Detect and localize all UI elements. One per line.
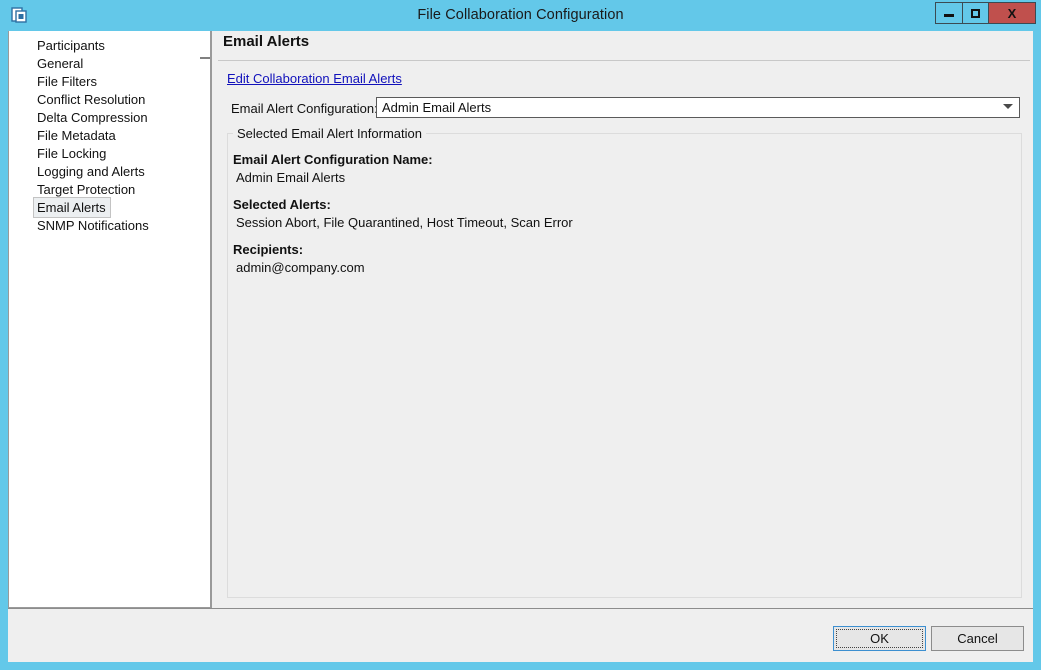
sidebar-row: Delta Compression (9, 107, 210, 125)
recipients-heading: Recipients: (233, 242, 304, 257)
sidebar-row: Participants (9, 35, 210, 53)
sidebar-row: SNMP Notifications (9, 215, 210, 233)
dialog-footer: OK Cancel (8, 608, 1033, 662)
chevron-down-icon (1003, 104, 1013, 109)
page-title: Email Alerts (223, 33, 310, 50)
email-alert-configuration-value: Admin Email Alerts (382, 100, 492, 115)
footer-divider (8, 608, 1033, 609)
email-alert-configuration-label: Email Alert Configuration: (231, 101, 378, 116)
settings-sidebar: Participants General File Filters Conflict … (8, 31, 211, 608)
close-icon: X (1007, 5, 1017, 21)
cancel-button-label: Cancel (957, 631, 998, 646)
configuration-name-value: Admin Email Alerts (236, 170, 346, 185)
sidebar-row: Conflict Resolution (9, 89, 210, 107)
sidebar-row: File Filters (9, 71, 210, 89)
minimize-icon (936, 3, 962, 23)
configuration-name-heading: Email Alert Configuration Name: (233, 152, 433, 167)
sidebar-list: Participants General File Filters Conflict … (9, 31, 210, 233)
recipients-value: admin@company.com (236, 260, 365, 275)
sidebar-row: Logging and Alerts (9, 161, 210, 179)
sidebar-divider-tick (200, 57, 210, 59)
ok-button-label: OK (870, 631, 889, 646)
content-panel: Email Alerts Edit Collaboration Email Al… (211, 31, 1033, 608)
email-alert-configuration-select[interactable]: Admin Email Alerts (376, 97, 1020, 118)
window-title: File Collaboration Configuration (417, 7, 624, 23)
title-divider (218, 60, 1030, 61)
sidebar-row: File Metadata (9, 125, 210, 143)
close-button[interactable]: X (989, 2, 1036, 24)
sidebar-row: Email Alerts (9, 197, 210, 218)
selected-email-alert-information-group (227, 133, 1022, 598)
sidebar-row: Target Protection (9, 179, 210, 197)
edit-collaboration-email-alerts-link[interactable]: Edit Collaboration Email Alerts (227, 71, 402, 86)
sidebar-item-snmp-notifications[interactable]: SNMP Notifications (33, 215, 154, 236)
maximize-button[interactable] (962, 2, 989, 24)
group-legend: Selected Email Alert Information (233, 126, 426, 141)
selected-alerts-value: Session Abort, File Quarantined, Host Ti… (236, 215, 573, 230)
cancel-button[interactable]: Cancel (931, 626, 1024, 651)
selected-alerts-heading: Selected Alerts: (233, 197, 331, 212)
maximize-icon (963, 3, 988, 23)
dialog-window: File Collaboration Configuration X Parti… (0, 0, 1041, 670)
title-bar: File Collaboration Configuration X (0, 0, 1041, 31)
minimize-button[interactable] (935, 2, 962, 24)
sidebar-row: File Locking (9, 143, 210, 161)
ok-button[interactable]: OK (833, 626, 926, 651)
